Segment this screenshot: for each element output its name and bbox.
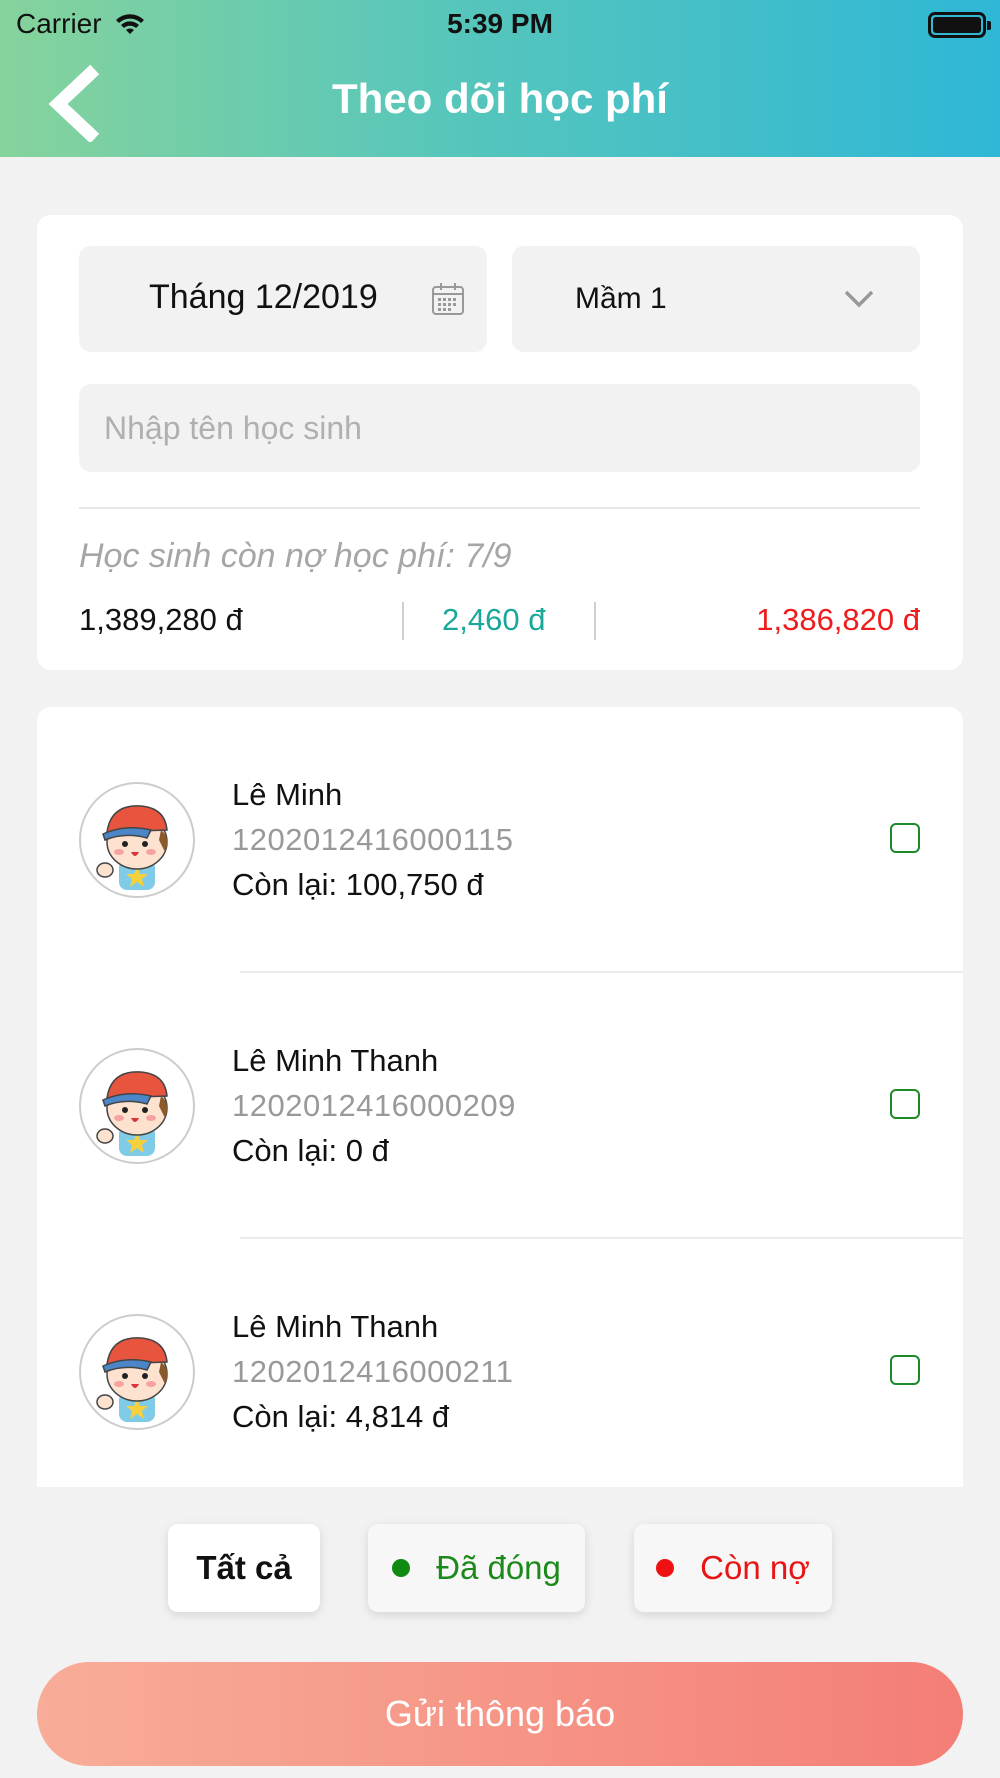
send-notification-label: Gửi thông báo xyxy=(384,1693,616,1734)
student-name: Lê Minh Thanh xyxy=(232,1043,439,1078)
student-remaining: Còn lại: 100,750 đ xyxy=(232,867,484,902)
class-dropdown[interactable]: Mầm 1 xyxy=(512,246,920,352)
status-time: 5:39 PM xyxy=(447,8,553,39)
boy-cartoon-icon xyxy=(96,1337,168,1422)
amount-separator xyxy=(594,602,596,640)
filter-all-label: Tất cả xyxy=(196,1549,292,1586)
select-checkbox[interactable] xyxy=(890,823,920,853)
student-row[interactable]: Lê Minh Thanh 1202012416000209 Còn lại: … xyxy=(37,973,963,1239)
boy-cartoon-icon xyxy=(96,805,168,890)
filter-debt-button[interactable]: Còn nợ xyxy=(634,1524,832,1612)
student-code: 1202012416000211 xyxy=(232,1354,514,1389)
class-value: Mầm 1 xyxy=(575,282,667,315)
student-row[interactable]: Lê Minh 1202012416000115 Còn lại: 100,75… xyxy=(37,707,963,973)
filter-paid-button[interactable]: Đã đóng xyxy=(368,1524,585,1612)
status-bar: Carrier 5:39 PM xyxy=(0,0,1000,50)
avatar xyxy=(79,1048,195,1164)
owed-amount: 1,386,820 đ xyxy=(756,602,920,637)
app-header: Carrier 5:39 PM Theo dõi học phí xyxy=(0,0,1000,157)
green-dot-icon xyxy=(392,1559,411,1577)
paid-amount: 2,460 đ xyxy=(442,602,546,637)
filter-paid-label: Đã đóng xyxy=(436,1549,561,1586)
student-remaining: Còn lại: 4,814 đ xyxy=(232,1399,450,1434)
month-picker[interactable]: Tháng 12/2019 xyxy=(79,246,487,352)
select-checkbox[interactable] xyxy=(890,1355,920,1385)
student-name: Lê Minh xyxy=(232,777,343,812)
student-search-input[interactable] xyxy=(79,384,920,472)
month-value: Tháng 12/2019 xyxy=(149,278,378,316)
student-list: Lê Minh 1202012416000115 Còn lại: 100,75… xyxy=(37,707,963,1487)
page-title: Theo dõi học phí xyxy=(332,75,668,122)
divider xyxy=(79,507,920,509)
red-dot-icon xyxy=(656,1559,675,1577)
amount-separator xyxy=(402,602,404,640)
student-row[interactable]: Lê Minh Thanh 1202012416000211 Còn lại: … xyxy=(37,1239,963,1487)
boy-cartoon-icon xyxy=(96,1071,168,1156)
debt-summary-text: Học sinh còn nợ học phí: 7/9 xyxy=(79,537,512,575)
student-remaining: Còn lại: 0 đ xyxy=(232,1133,389,1168)
student-name: Lê Minh Thanh xyxy=(232,1309,439,1344)
send-notification-button[interactable]: Gửi thông báo xyxy=(37,1662,963,1766)
select-checkbox[interactable] xyxy=(890,1089,920,1119)
total-amount: 1,389,280 đ xyxy=(79,602,243,637)
chevron-down-icon xyxy=(844,290,874,308)
filter-card: Tháng 12/2019 Mầm 1 Học sinh còn nợ học … xyxy=(37,215,963,670)
filter-debt-label: Còn nợ xyxy=(700,1549,810,1586)
student-code: 1202012416000209 xyxy=(232,1088,516,1123)
avatar xyxy=(79,1314,195,1430)
avatar xyxy=(79,782,195,898)
filter-all-button[interactable]: Tất cả xyxy=(168,1524,320,1612)
battery-icon xyxy=(928,12,991,38)
student-code: 1202012416000115 xyxy=(232,822,514,857)
calendar-icon xyxy=(432,283,464,315)
